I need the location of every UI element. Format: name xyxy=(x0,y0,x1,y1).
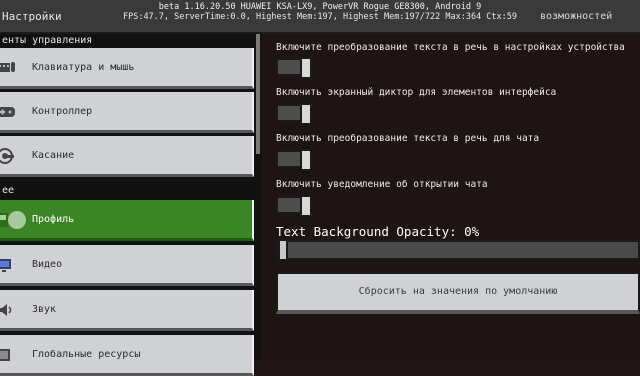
toggle-thumb xyxy=(300,103,312,125)
option-label-chat-tts: Включить преобразование текста в речь дл… xyxy=(276,133,540,144)
sidebar-item-video[interactable]: Видео xyxy=(0,245,254,286)
toggle-chat-notification[interactable] xyxy=(276,195,312,217)
sidebar-item-touch[interactable]: Касание xyxy=(0,136,254,177)
controller-icon xyxy=(0,103,16,121)
toggle-thumb xyxy=(300,195,312,217)
global-resources-icon xyxy=(0,346,16,364)
sidebar-item-label: Профиль xyxy=(32,214,75,225)
section-general: ее xyxy=(2,185,15,196)
sidebar-item-label: Клавиатура и мышь xyxy=(32,62,135,73)
slider-handle[interactable] xyxy=(278,239,288,261)
option-label-device-tts: Включите преобразование текста в речь в … xyxy=(276,42,625,53)
sidebar-scrollbar[interactable] xyxy=(256,34,260,154)
sidebar-item-global-resources[interactable]: Глобальные ресурсы xyxy=(0,335,254,376)
sidebar-item-label: Касание xyxy=(32,150,75,161)
option-label-screen-reader: Включить экранный диктор для элементов и… xyxy=(276,87,557,98)
toggle-chat-tts[interactable] xyxy=(276,149,312,171)
panel-title: возможностей xyxy=(540,11,613,22)
settings-panel: Включите преобразование текста в речь в … xyxy=(266,34,640,360)
video-icon xyxy=(0,256,16,274)
sidebar-item-label: Видео xyxy=(32,259,63,270)
toggle-screen-reader[interactable] xyxy=(276,103,312,125)
sidebar-item-keyboard-mouse[interactable]: Клавиатура и мышь xyxy=(0,48,254,89)
reset-defaults-button[interactable]: Сбросить на значения по умолчанию xyxy=(276,272,640,314)
toggle-thumb xyxy=(300,149,312,171)
settings-sidebar: енты управления Клавиатура и мышь Контро… xyxy=(0,34,262,376)
section-controls: енты управления xyxy=(2,35,93,46)
sidebar-item-label: Звук xyxy=(32,304,57,315)
touch-icon xyxy=(0,147,16,165)
keyboard-mouse-icon xyxy=(0,59,16,77)
opacity-label: Text Background Opacity: 0% xyxy=(276,224,480,239)
sidebar-item-label: Контроллер xyxy=(32,106,93,117)
sound-icon xyxy=(0,301,16,319)
sidebar-item-label: Глобальные ресурсы xyxy=(32,349,141,360)
toggle-thumb xyxy=(300,57,312,79)
sidebar-item-profile[interactable]: Профиль xyxy=(0,200,254,241)
toggle-device-tts[interactable] xyxy=(276,57,312,79)
text-background-opacity-slider[interactable] xyxy=(276,239,640,261)
top-bar: Настройки beta 1.16.20.50 HUAWEI KSA-LX9… xyxy=(0,0,640,34)
sidebar-item-sound[interactable]: Звук xyxy=(0,290,254,331)
option-label-chat-notification: Включить уведомление об открытии чата xyxy=(276,179,488,190)
sidebar-item-controller[interactable]: Контроллер xyxy=(0,92,254,133)
selection-indicator xyxy=(8,211,26,229)
